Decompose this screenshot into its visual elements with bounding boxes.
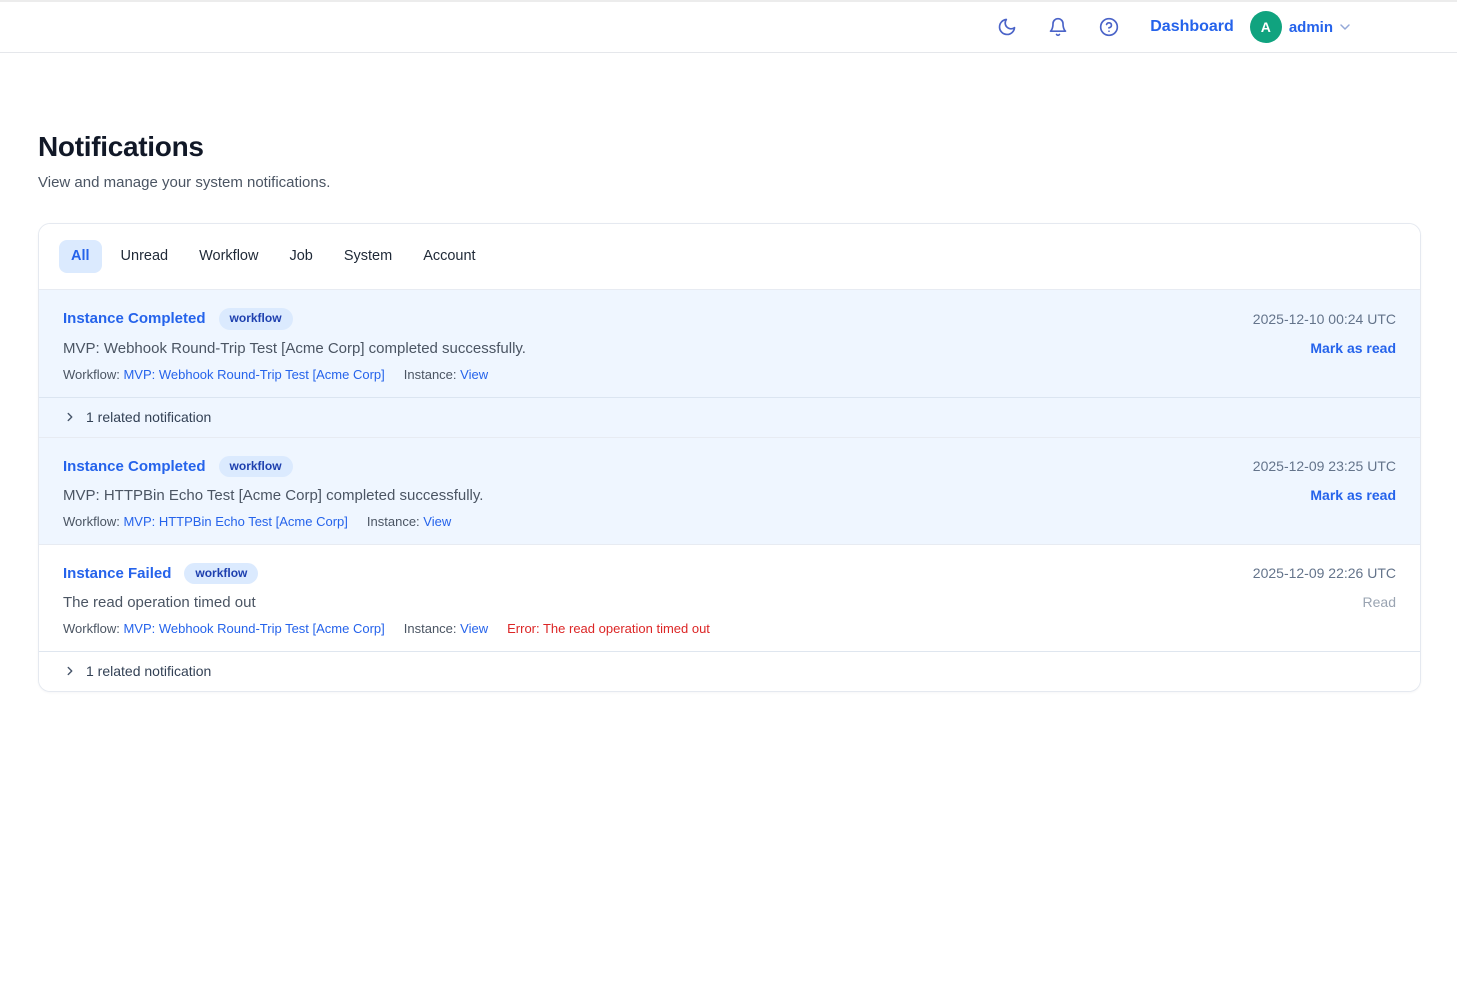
- chevron-right-icon: [63, 410, 77, 424]
- page-title: Notifications: [38, 131, 1421, 163]
- notification-timestamp: 2025-12-09 22:26 UTC: [1253, 565, 1396, 581]
- top-bar: Dashboard A admin: [0, 0, 1457, 53]
- notification-message: MVP: HTTPBin Echo Test [Acme Corp] compl…: [63, 487, 483, 504]
- notification-timestamp: 2025-12-10 00:24 UTC: [1253, 311, 1396, 327]
- notification-filter-tabs: All Unread Workflow Job System Account: [39, 224, 1420, 289]
- notification-message: MVP: Webhook Round-Trip Test [Acme Corp]…: [63, 340, 526, 357]
- related-notifications-toggle[interactable]: 1 related notification: [39, 397, 1420, 437]
- instance-view-link[interactable]: View: [460, 621, 488, 636]
- notification-title-link[interactable]: Instance Completed: [63, 310, 206, 327]
- category-badge: workflow: [219, 308, 293, 329]
- notification-body: Instance Completed workflow 2025-12-10 0…: [39, 290, 1420, 396]
- nav-link-dashboard[interactable]: Dashboard: [1150, 18, 1234, 36]
- tab-job[interactable]: Job: [277, 240, 324, 273]
- workflow-label: Workflow:: [63, 514, 120, 529]
- category-badge: workflow: [219, 456, 293, 477]
- chevron-down-icon: [1337, 19, 1353, 35]
- notification-body: Instance Completed workflow 2025-12-09 2…: [39, 438, 1420, 544]
- mark-as-read-button[interactable]: Mark as read: [1310, 340, 1396, 356]
- related-notifications-label: 1 related notification: [86, 409, 211, 425]
- moon-icon: [997, 17, 1017, 37]
- notification-message: The read operation timed out: [63, 594, 256, 611]
- instance-label: Instance:: [404, 367, 457, 382]
- tab-system[interactable]: System: [332, 240, 404, 273]
- related-notifications-label: 1 related notification: [86, 663, 211, 679]
- workflow-link[interactable]: MVP: Webhook Round-Trip Test [Acme Corp]: [123, 621, 384, 636]
- category-badge: workflow: [184, 563, 258, 584]
- notifications-page: Notifications View and manage your syste…: [0, 131, 1457, 692]
- dark-mode-toggle-button[interactable]: [997, 17, 1017, 37]
- user-name-label: admin: [1289, 19, 1333, 36]
- workflow-label: Workflow:: [63, 621, 120, 636]
- workflow-link[interactable]: MVP: Webhook Round-Trip Test [Acme Corp]: [123, 367, 384, 382]
- page-subtitle: View and manage your system notification…: [38, 174, 1421, 191]
- tab-account[interactable]: Account: [411, 240, 487, 273]
- notification-timestamp: 2025-12-09 23:25 UTC: [1253, 458, 1396, 474]
- tab-all[interactable]: All: [59, 240, 102, 273]
- workflow-link[interactable]: MVP: HTTPBin Echo Test [Acme Corp]: [123, 514, 347, 529]
- notification-item: Instance Failed workflow 2025-12-09 22:2…: [39, 544, 1420, 691]
- error-message: Error: The read operation timed out: [507, 621, 710, 636]
- notification-item: Instance Completed workflow 2025-12-09 2…: [39, 437, 1420, 544]
- instance-label: Instance:: [367, 514, 420, 529]
- notifications-card: All Unread Workflow Job System Account I…: [38, 223, 1421, 692]
- tab-unread[interactable]: Unread: [109, 240, 181, 273]
- help-button[interactable]: [1099, 17, 1119, 37]
- workflow-label: Workflow:: [63, 367, 120, 382]
- notification-body: Instance Failed workflow 2025-12-09 22:2…: [39, 545, 1420, 651]
- tab-workflow[interactable]: Workflow: [187, 240, 270, 273]
- help-circle-icon: [1099, 17, 1119, 37]
- notification-item: Instance Completed workflow 2025-12-10 0…: [39, 289, 1420, 436]
- notifications-bell-button[interactable]: [1048, 17, 1068, 37]
- chevron-right-icon: [63, 664, 77, 678]
- bell-icon: [1048, 17, 1068, 37]
- notification-title-link[interactable]: Instance Completed: [63, 458, 206, 475]
- notification-title-link[interactable]: Instance Failed: [63, 565, 171, 582]
- related-notifications-toggle[interactable]: 1 related notification: [39, 651, 1420, 691]
- mark-as-read-button[interactable]: Mark as read: [1310, 487, 1396, 503]
- instance-view-link[interactable]: View: [460, 367, 488, 382]
- user-avatar[interactable]: A: [1250, 11, 1282, 43]
- instance-view-link[interactable]: View: [423, 514, 451, 529]
- read-status-label: Read: [1363, 594, 1396, 610]
- instance-label: Instance:: [404, 621, 457, 636]
- user-menu-button[interactable]: admin: [1289, 19, 1353, 36]
